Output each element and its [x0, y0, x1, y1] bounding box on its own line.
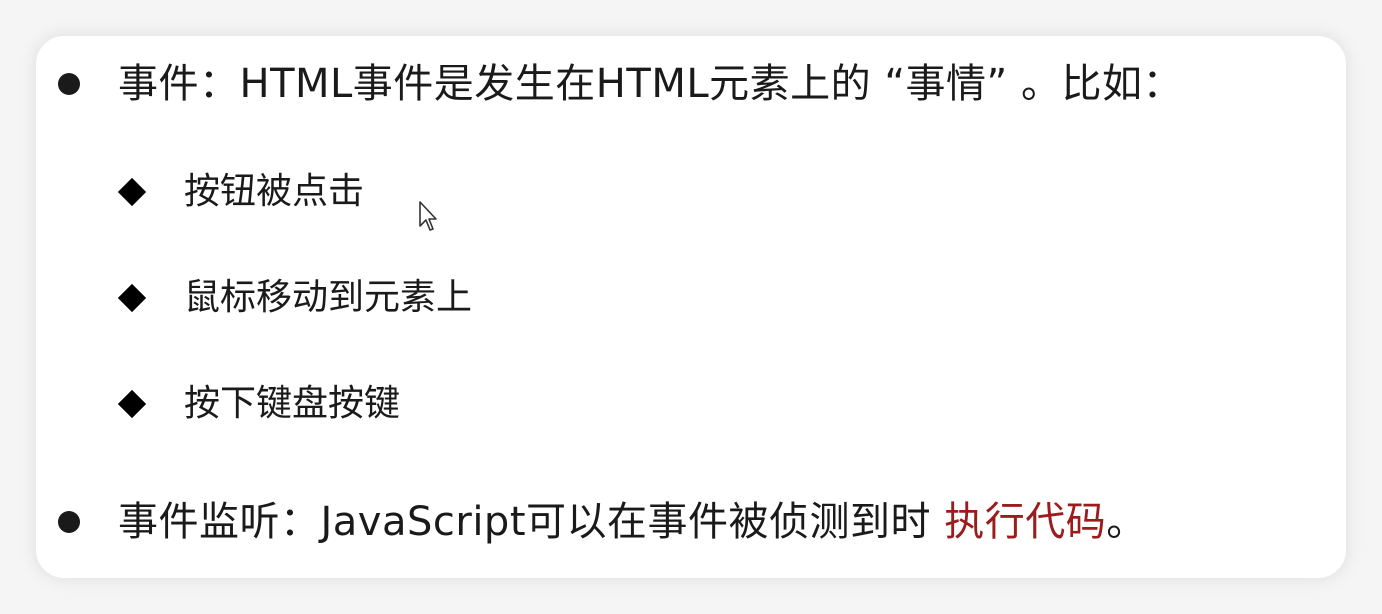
bullet-dot-icon: [58, 511, 80, 533]
subitem-text: 按下键盘按键: [184, 383, 401, 424]
bullet-item-events: 事件：HTML事件是发生在HTML元素上的 “事情” 。比如：: [58, 64, 1183, 104]
highlight-execute-code: 执行代码: [944, 499, 1107, 545]
bullet-dot-icon: [58, 73, 80, 95]
diamond-icon: [117, 177, 147, 207]
subitem-text: 按钮被点击: [184, 171, 365, 212]
listener-text-before: 事件监听：JavaScript可以在事件被侦测到时: [118, 499, 945, 545]
diamond-icon: [117, 283, 147, 313]
listener-text-after: 。: [1106, 499, 1147, 545]
bullet-text-events: 事件：HTML事件是发生在HTML元素上的 “事情” 。比如：: [118, 61, 1183, 107]
subitem-mouse-move: 鼠标移动到元素上: [117, 277, 473, 318]
diamond-icon: [117, 389, 147, 419]
subitem-key-press: 按下键盘按键: [117, 383, 401, 424]
subitem-button-click: 按钮被点击: [117, 171, 365, 212]
mouse-cursor-icon: [419, 201, 437, 231]
bullet-item-event-listener: 事件监听：JavaScript可以在事件被侦测到时 执行代码。: [58, 502, 1147, 542]
slide-card: 事件：HTML事件是发生在HTML元素上的 “事情” 。比如： 按钮被点击 鼠标…: [36, 36, 1346, 578]
subitem-text: 鼠标移动到元素上: [184, 277, 473, 318]
bullet-text-listener: 事件监听：JavaScript可以在事件被侦测到时 执行代码。: [118, 502, 1147, 542]
